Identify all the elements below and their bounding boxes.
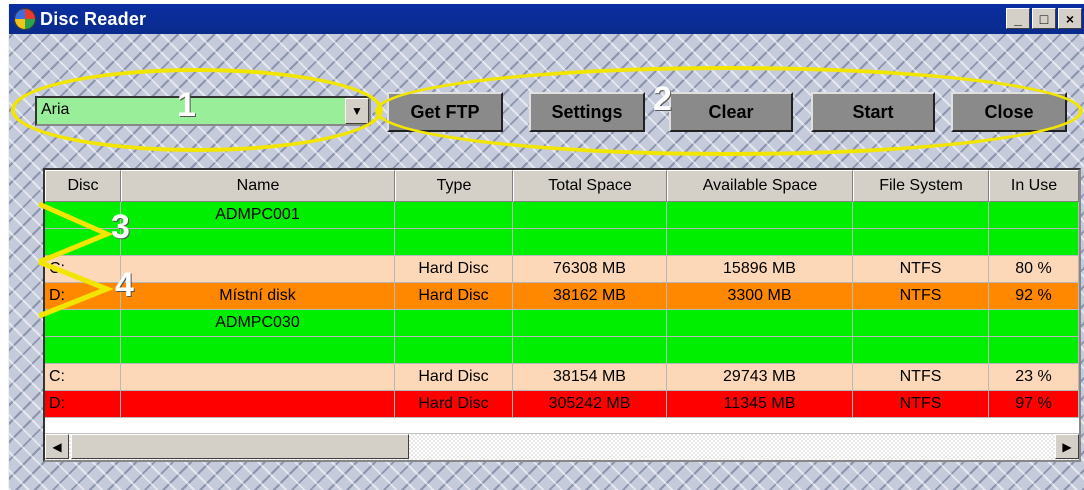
callout-number-4: 4 (115, 266, 134, 304)
table-cell: 15896 MB (667, 256, 853, 283)
table-cell (513, 229, 667, 256)
table-cell (989, 337, 1079, 364)
table-cell: NTFS (853, 256, 989, 283)
disc-reader-window: Disc Reader _ □ × Aria ▼ Get FTP Setting… (8, 4, 1084, 490)
table-cell (45, 229, 121, 256)
table-cell (667, 337, 853, 364)
table-cell (121, 229, 395, 256)
title-bar[interactable]: Disc Reader _ □ × (9, 4, 1084, 34)
table-cell: Hard Disc (395, 283, 513, 310)
table-cell: NTFS (853, 283, 989, 310)
arrow-right-icon[interactable]: ▶ (1055, 434, 1079, 459)
column-header-file-system[interactable]: File System (853, 170, 989, 202)
table-cell: NTFS (853, 391, 989, 418)
settings-button[interactable]: Settings (529, 92, 645, 132)
table-cell (513, 310, 667, 337)
disc-reader-app-icon (14, 8, 36, 30)
table-cell: D: (45, 391, 121, 418)
table-cell (395, 202, 513, 229)
get-ftp-button[interactable]: Get FTP (387, 92, 503, 132)
disc-table: Disc Name Type Total Space Available Space Fi… (43, 168, 1081, 462)
close-window-button[interactable]: × (1058, 8, 1082, 29)
table-cell (667, 202, 853, 229)
table-cell (853, 310, 989, 337)
arrow-left-icon[interactable]: ◀ (45, 434, 69, 459)
table-cell: 3300 MB (667, 283, 853, 310)
server-select-value: Aria (41, 101, 70, 118)
table-cell: Místní disk (121, 283, 395, 310)
server-select[interactable]: Aria ▼ (35, 96, 371, 126)
table-cell: 38162 MB (513, 283, 667, 310)
column-header-in-use[interactable]: In Use (989, 170, 1079, 202)
table-cell: C: (45, 364, 121, 391)
table-cell: 23 % (989, 364, 1079, 391)
table-cell (45, 202, 121, 229)
table-cell: 29743 MB (667, 364, 853, 391)
callout-number-3: 3 (111, 208, 130, 246)
table-cell: ADMPC030 (121, 310, 395, 337)
table-cell (853, 337, 989, 364)
table-cell: Hard Disc (395, 364, 513, 391)
maximize-button[interactable]: □ (1032, 8, 1056, 29)
table-cell (395, 337, 513, 364)
start-button[interactable]: Start (811, 92, 935, 132)
table-row[interactable]: ADMPC030 (45, 310, 1079, 337)
table-body: ADMPC001 C: Hard Disc 76308 MB 15896 MB NTFS 8… (45, 202, 1079, 418)
callout-number-2: 2 (653, 80, 672, 118)
table-cell: 92 % (989, 283, 1079, 310)
table-row[interactable]: C: Hard Disc 38154 MB 29743 MB NTFS 23 % (45, 364, 1079, 391)
table-cell (121, 256, 395, 283)
column-header-total-space[interactable]: Total Space (513, 170, 667, 202)
table-row[interactable]: ADMPC001 (45, 202, 1079, 229)
table-cell (121, 337, 395, 364)
column-header-disc[interactable]: Disc (45, 170, 121, 202)
table-row[interactable] (45, 229, 1079, 256)
callout-number-1: 1 (177, 86, 196, 124)
column-header-type[interactable]: Type (395, 170, 513, 202)
table-cell (667, 229, 853, 256)
table-cell: 80 % (989, 256, 1079, 283)
table-cell (395, 229, 513, 256)
table-cell: Hard Disc (395, 391, 513, 418)
table-cell (989, 310, 1079, 337)
table-cell (667, 310, 853, 337)
table-cell (853, 202, 989, 229)
table-header: Disc Name Type Total Space Available Space Fi… (45, 170, 1079, 202)
table-cell: 305242 MB (513, 391, 667, 418)
table-cell (853, 229, 989, 256)
table-cell: 11345 MB (667, 391, 853, 418)
table-cell: ADMPC001 (121, 202, 395, 229)
table-cell (989, 229, 1079, 256)
table-cell (121, 364, 395, 391)
table-row[interactable]: C: Hard Disc 76308 MB 15896 MB NTFS 80 % (45, 256, 1079, 283)
close-button[interactable]: Close (951, 92, 1067, 132)
table-cell (45, 310, 121, 337)
horizontal-scrollbar[interactable]: ◀ ▶ (45, 433, 1079, 460)
table-cell: D: (45, 283, 121, 310)
window-controls: _ □ × (1006, 8, 1082, 29)
chevron-down-icon[interactable]: ▼ (345, 98, 369, 124)
window-title: Disc Reader (40, 8, 147, 29)
table-cell (513, 337, 667, 364)
scrollbar-thumb[interactable] (71, 434, 409, 459)
table-row[interactable] (45, 337, 1079, 364)
clear-button[interactable]: Clear (669, 92, 793, 132)
table-cell (45, 337, 121, 364)
table-cell: 76308 MB (513, 256, 667, 283)
table-cell: Hard Disc (395, 256, 513, 283)
minimize-button[interactable]: _ (1006, 8, 1030, 29)
table-cell: NTFS (853, 364, 989, 391)
table-cell (989, 202, 1079, 229)
table-cell (395, 310, 513, 337)
table-cell (513, 202, 667, 229)
table-cell: 38154 MB (513, 364, 667, 391)
column-header-name[interactable]: Name (121, 170, 395, 202)
table-cell: C: (45, 256, 121, 283)
table-cell: 97 % (989, 391, 1079, 418)
table-row[interactable]: D: Místní disk Hard Disc 38162 MB 3300 MB NTF… (45, 283, 1079, 310)
column-header-available-space[interactable]: Available Space (667, 170, 853, 202)
table-cell (121, 391, 395, 418)
table-row[interactable]: D: Hard Disc 305242 MB 11345 MB NTFS 97 % (45, 391, 1079, 418)
